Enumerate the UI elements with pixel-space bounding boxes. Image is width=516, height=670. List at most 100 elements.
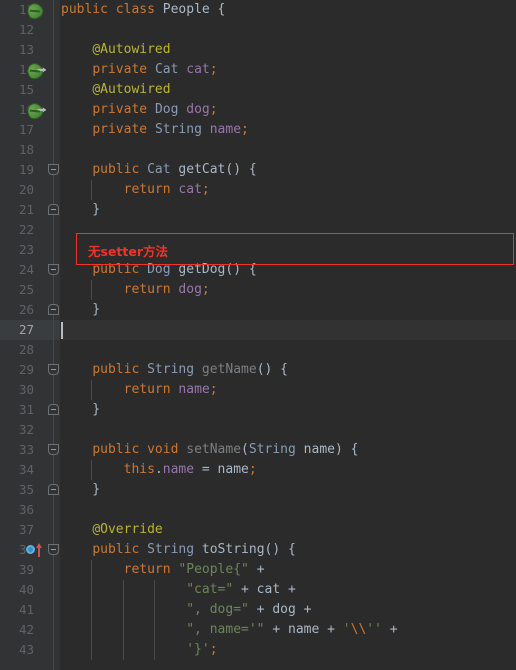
token: () {: [256, 362, 289, 377]
token: this: [123, 462, 155, 477]
token: String: [248, 442, 296, 457]
editor-line[interactable]: 11public class People {: [0, 0, 516, 20]
token: ;: [209, 62, 218, 77]
overriding-method-icon[interactable]: [26, 545, 35, 554]
line-number: 20: [18, 182, 34, 197]
line-code[interactable]: return name;: [61, 380, 218, 400]
token: + name +: [264, 622, 343, 637]
token: + cat +: [233, 582, 296, 597]
editor-line[interactable]: 19 public Cat getCat() {: [0, 160, 516, 180]
line-code[interactable]: return cat;: [61, 180, 210, 200]
editor-line[interactable]: 18: [0, 140, 516, 160]
line-code[interactable]: public class People {: [61, 0, 225, 20]
editor-line[interactable]: 30 return name;: [0, 380, 516, 400]
line-code[interactable]: @Autowired: [61, 40, 170, 60]
line-code[interactable]: "cat=" + cat +: [61, 580, 296, 600]
line-code[interactable]: public void setName(String name) {: [61, 440, 358, 460]
line-number: 36: [18, 502, 34, 517]
token: Cat: [147, 162, 171, 177]
token: {: [209, 2, 226, 17]
fold-collapse-icon[interactable]: [48, 544, 59, 555]
line-code[interactable]: this.name = name;: [61, 460, 257, 480]
line-code[interactable]: @Autowired: [61, 80, 170, 100]
editor-line[interactable]: 34 this.name = name;: [0, 460, 516, 480]
line-code[interactable]: public Cat getCat() {: [61, 160, 256, 180]
editor-line[interactable]: 29 public String getName() {: [0, 360, 516, 380]
line-code[interactable]: ", name='" + name + '\\'' +: [61, 620, 397, 640]
line-number: 22: [18, 222, 34, 237]
fold-collapse-icon[interactable]: [48, 444, 59, 455]
editor-line[interactable]: 43 '}';: [0, 640, 516, 660]
editor-line[interactable]: 27: [0, 320, 516, 340]
editor-line[interactable]: 42 ", name='" + name + '\\'' +: [0, 620, 516, 640]
fold-collapse-icon[interactable]: [48, 364, 59, 375]
token: () {: [264, 542, 296, 557]
token: public: [92, 162, 140, 177]
editor-line[interactable]: 17 private String name;: [0, 120, 516, 140]
token: name: [178, 382, 210, 397]
token: ': [342, 622, 351, 637]
token: name) {: [295, 442, 359, 457]
token: ;: [248, 462, 257, 477]
token: String: [154, 122, 202, 137]
editor-line[interactable]: 25 return dog;: [0, 280, 516, 300]
editor-line[interactable]: 33 public void setName(String name) {: [0, 440, 516, 460]
line-code[interactable]: }: [61, 200, 100, 220]
fold-collapse-icon[interactable]: [48, 164, 59, 175]
line-number: 29: [18, 362, 34, 377]
editor-line[interactable]: 36: [0, 500, 516, 520]
line-code[interactable]: }: [61, 480, 100, 500]
editor-line[interactable]: 41 ", dog=" + dog +: [0, 600, 516, 620]
line-code[interactable]: private Dog dog;: [61, 100, 217, 120]
editor-line[interactable]: 16 private Dog dog;: [0, 100, 516, 120]
line-code[interactable]: return dog;: [61, 280, 210, 300]
editor-line[interactable]: 31 }: [0, 400, 516, 420]
token: "cat=": [186, 582, 234, 597]
line-number: 33: [18, 442, 34, 457]
line-code[interactable]: '}';: [61, 640, 217, 660]
editor-line[interactable]: 28: [0, 340, 516, 360]
fold-end-icon[interactable]: [48, 404, 59, 415]
token: = name: [194, 462, 249, 477]
code-editor[interactable]: 11public class People {1213 @Autowired14…: [0, 0, 516, 670]
line-code[interactable]: return "People{" +: [61, 560, 265, 580]
editor-line[interactable]: 38 public String toString() {: [0, 540, 516, 560]
line-code[interactable]: public String toString() {: [61, 540, 296, 560]
fold-end-icon[interactable]: [48, 204, 59, 215]
editor-line[interactable]: 13 @Autowired: [0, 40, 516, 60]
fold-end-icon[interactable]: [48, 304, 59, 315]
line-code[interactable]: ", dog=" + dog +: [61, 600, 311, 620]
editor-line[interactable]: 37 @Override: [0, 520, 516, 540]
line-number: 24: [18, 262, 34, 277]
line-code[interactable]: public String getName() {: [61, 360, 288, 380]
fold-end-icon[interactable]: [48, 484, 59, 495]
line-code[interactable]: private Cat cat;: [61, 60, 218, 80]
line-number: 39: [18, 562, 34, 577]
editor-line[interactable]: 32: [0, 420, 516, 440]
line-code[interactable]: @Override: [61, 520, 162, 540]
fold-collapse-icon[interactable]: [48, 264, 59, 275]
line-number: 25: [18, 282, 34, 297]
editor-line[interactable]: 14 private Cat cat;: [0, 60, 516, 80]
editor-line[interactable]: 12: [0, 20, 516, 40]
editor-line[interactable]: 26 }: [0, 300, 516, 320]
editor-line[interactable]: 40 "cat=" + cat +: [0, 580, 516, 600]
editor-line[interactable]: 35 }: [0, 480, 516, 500]
line-code[interactable]: }: [61, 400, 100, 420]
editor-line[interactable]: 39 return "People{" +: [0, 560, 516, 580]
editor-line[interactable]: 20 return cat;: [0, 180, 516, 200]
line-code[interactable]: }: [61, 300, 100, 320]
token: }: [61, 482, 101, 497]
line-code[interactable]: private String name;: [61, 120, 249, 140]
editor-line[interactable]: 21 }: [0, 200, 516, 220]
editor-line[interactable]: 15 @Autowired: [0, 80, 516, 100]
